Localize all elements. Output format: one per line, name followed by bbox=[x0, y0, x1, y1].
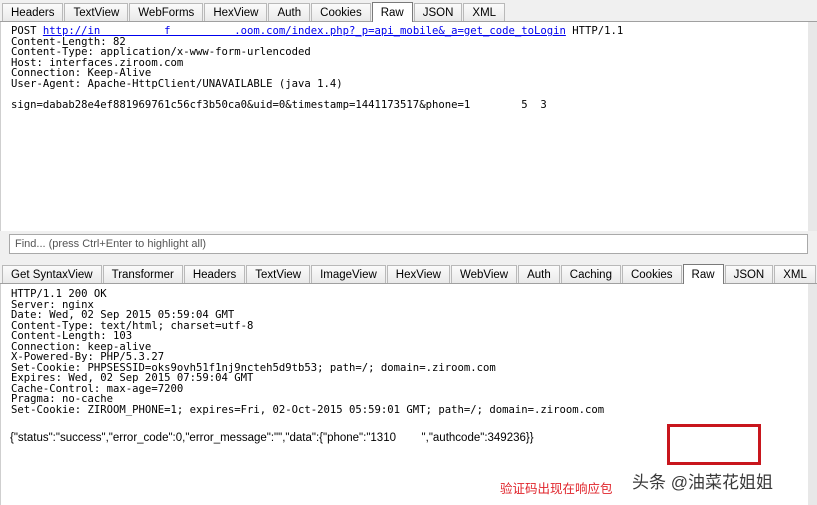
response-header-line: Date: Wed, 02 Sep 2015 05:59:04 GMT bbox=[11, 309, 235, 321]
response-tab-webview[interactable]: WebView bbox=[450, 265, 518, 283]
response-header-line: Expires: Wed, 02 Sep 2015 07:59:04 GMT bbox=[11, 372, 254, 384]
response-body: {"status":"success","error_code":0,"erro… bbox=[10, 432, 534, 444]
request-tab-cookies[interactable]: Cookies bbox=[311, 3, 371, 21]
response-raw-text: HTTP/1.1 200 OK Server: nginx Date: Wed, 0… bbox=[1, 284, 816, 419]
request-scrollbar[interactable] bbox=[808, 22, 817, 231]
request-tab-bar: Headers TextView WebForms HexView Auth Cookie… bbox=[0, 0, 817, 22]
response-tab-textview[interactable]: TextView bbox=[246, 265, 311, 283]
find-input[interactable]: Find... (press Ctrl+Enter to highlight a… bbox=[9, 234, 808, 254]
response-tabs: Get SyntaxView Transformer Headers TextView… bbox=[0, 263, 817, 284]
request-raw-text: POST http://in f .oom.com/index.php?_p=a… bbox=[1, 22, 816, 114]
response-tab-raw[interactable]: Raw bbox=[682, 264, 724, 284]
request-tab-headers[interactable]: Headers bbox=[2, 3, 64, 21]
response-tab-headers[interactable]: Headers bbox=[183, 265, 246, 283]
request-tabs: Headers TextView WebForms HexView Auth Cookie… bbox=[0, 1, 506, 22]
response-tab-json[interactable]: JSON bbox=[724, 265, 774, 283]
response-header-line: Pragma: no-cache bbox=[11, 393, 114, 405]
request-tab-auth[interactable]: Auth bbox=[268, 3, 311, 21]
response-tab-bar: Get SyntaxView Transformer Headers TextView… bbox=[0, 262, 817, 284]
request-body: sign=dabab28e4ef881969761c56cf3b50ca0&ui… bbox=[11, 98, 547, 111]
response-header-line: Set-Cookie: ZIROOM_PHONE=1; expires=Fri,… bbox=[11, 403, 605, 416]
request-raw-pane: POST http://in f .oom.com/index.php?_p=a… bbox=[0, 22, 817, 231]
request-header-line: Connection: Keep-Alive bbox=[11, 67, 152, 79]
response-scrollbar[interactable] bbox=[808, 284, 817, 505]
request-header-line: User-Agent: Apache-HttpClient/UNAVAILABL… bbox=[11, 77, 343, 90]
request-tab-webforms[interactable]: WebForms bbox=[129, 3, 204, 21]
request-tab-textview[interactable]: TextView bbox=[64, 3, 129, 21]
request-tab-json[interactable]: JSON bbox=[413, 3, 463, 21]
watermark-text: 头条 @油菜花姐姐 bbox=[632, 473, 773, 492]
response-header-line: Cache-Control: max-age=7200 bbox=[11, 382, 184, 395]
response-tab-get-syntaxview[interactable]: Get SyntaxView bbox=[2, 265, 102, 283]
annotation-caption: 验证码出现在响应包 bbox=[500, 482, 613, 496]
response-tab-caching[interactable]: Caching bbox=[560, 265, 621, 283]
request-protocol: HTTP/1.1 bbox=[565, 25, 624, 37]
response-header-line: Content-Length: 103 bbox=[11, 330, 133, 342]
request-tab-xml[interactable]: XML bbox=[463, 3, 506, 21]
request-header-line: Content-Type: application/x-www-form-url… bbox=[11, 46, 311, 58]
response-tab-xml[interactable]: XML bbox=[774, 265, 816, 283]
response-tab-transformer[interactable]: Transformer bbox=[102, 265, 183, 283]
response-header-line: X-Powered-By: PHP/5.3.27 bbox=[11, 351, 165, 363]
request-tab-hexview[interactable]: HexView bbox=[204, 3, 268, 21]
response-tab-auth[interactable]: Auth bbox=[518, 265, 560, 283]
authcode-highlight-box bbox=[667, 424, 761, 465]
response-tab-hexview[interactable]: HexView bbox=[386, 265, 450, 283]
response-tab-cookies[interactable]: Cookies bbox=[621, 265, 682, 283]
request-tab-raw[interactable]: Raw bbox=[371, 2, 413, 22]
response-tab-imageview[interactable]: ImageView bbox=[311, 265, 386, 283]
response-header-line: HTTP/1.1 200 OK bbox=[11, 288, 107, 300]
